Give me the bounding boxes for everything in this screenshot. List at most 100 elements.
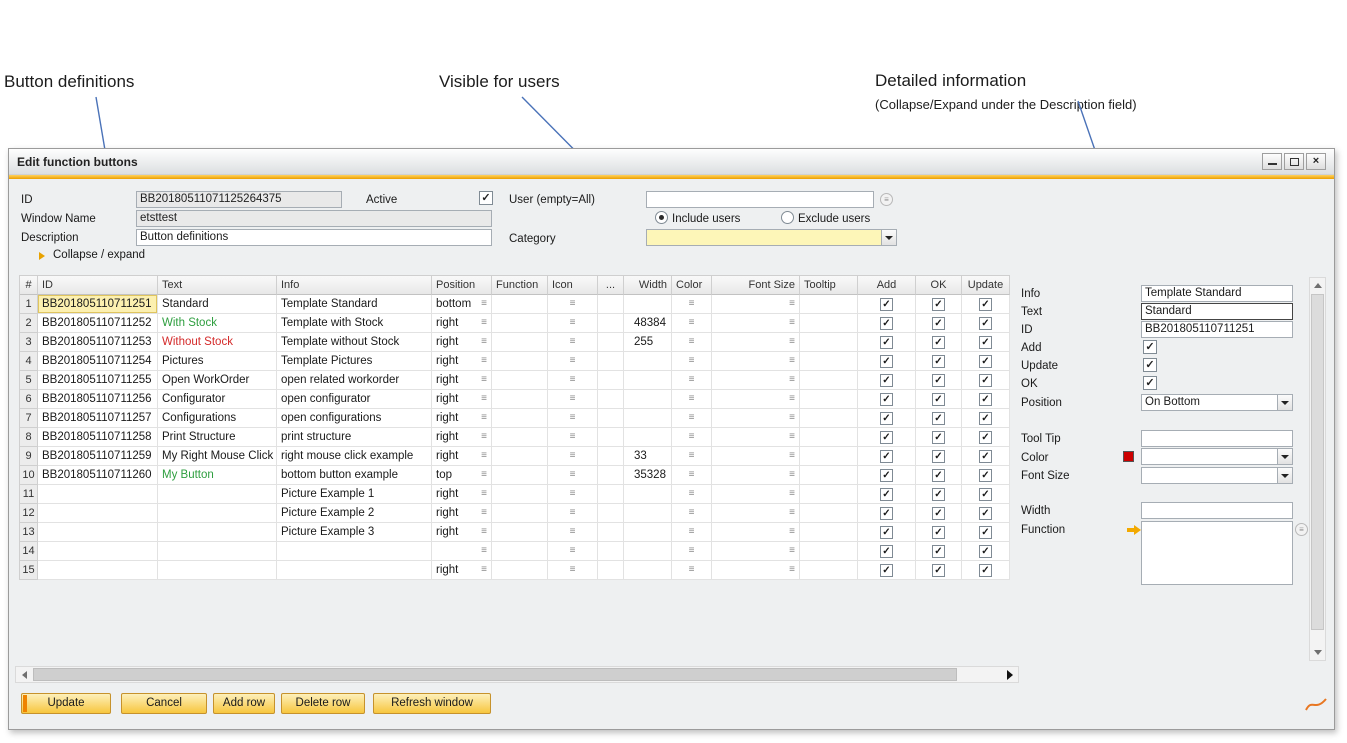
cell-menu-icon[interactable]: ≡ [789, 489, 795, 499]
cell-text[interactable]: Pictures [158, 352, 277, 371]
cell-text[interactable] [158, 523, 277, 542]
cell-info[interactable]: Template Pictures [277, 352, 432, 371]
ok-checkbox[interactable]: ✓ [932, 488, 945, 501]
active-checkbox[interactable]: ✓ [479, 191, 493, 205]
cell-menu-icon[interactable]: ≡ [689, 394, 695, 404]
cell-width[interactable]: 255 [624, 333, 672, 352]
column-header[interactable]: Icon [548, 275, 598, 295]
ok-checkbox[interactable]: ✓ [932, 412, 945, 425]
column-header[interactable]: ... [598, 275, 624, 295]
cell-menu-icon[interactable]: ≡ [789, 470, 795, 480]
cell-more[interactable] [598, 295, 624, 314]
cell-function[interactable] [492, 561, 548, 580]
update-checkbox[interactable]: ✓ [979, 450, 992, 463]
cell-width[interactable]: 35328 [624, 466, 672, 485]
cell-menu-icon[interactable]: ≡ [789, 413, 795, 423]
cell-function[interactable] [492, 485, 548, 504]
cell-text[interactable]: Print Structure [158, 428, 277, 447]
cell-tooltip[interactable] [800, 523, 858, 542]
cell-tooltip[interactable] [800, 485, 858, 504]
cell-icon[interactable]: ≡ [548, 295, 598, 314]
add-checkbox[interactable]: ✓ [880, 545, 893, 558]
update-checkbox[interactable]: ✓ [979, 526, 992, 539]
update-checkbox[interactable]: ✓ [979, 336, 992, 349]
cell-fontsize[interactable]: ≡ [712, 428, 800, 447]
detail-fontsize-select[interactable] [1141, 467, 1293, 484]
cell-menu-icon[interactable]: ≡ [789, 546, 795, 556]
cell-text[interactable] [158, 542, 277, 561]
cell-menu-icon[interactable]: ≡ [570, 546, 576, 556]
update-button[interactable]: Update [21, 693, 111, 714]
cell-function[interactable] [492, 466, 548, 485]
update-checkbox[interactable]: ✓ [979, 393, 992, 406]
ok-checkbox[interactable]: ✓ [932, 507, 945, 520]
row-number[interactable]: 5 [20, 371, 38, 390]
detail-function-field[interactable] [1141, 521, 1293, 585]
cell-menu-icon[interactable]: ≡ [570, 413, 576, 423]
cell-color[interactable]: ≡ [672, 390, 712, 409]
cell-menu-icon[interactable]: ≡ [570, 375, 576, 385]
cell-fontsize[interactable]: ≡ [712, 390, 800, 409]
cell-menu-icon[interactable]: ≡ [481, 508, 487, 518]
cell-more[interactable] [598, 466, 624, 485]
column-header[interactable]: OK [916, 275, 962, 295]
add-checkbox[interactable]: ✓ [880, 431, 893, 444]
cell-tooltip[interactable] [800, 371, 858, 390]
choose-from-list-icon[interactable]: ≡ [1295, 523, 1308, 536]
choose-from-list-icon[interactable]: ≡ [880, 193, 893, 206]
ok-checkbox[interactable]: ✓ [932, 374, 945, 387]
cell-color[interactable]: ≡ [672, 542, 712, 561]
chevron-down-icon[interactable] [1277, 394, 1293, 411]
cell-fontsize[interactable]: ≡ [712, 542, 800, 561]
cell-tooltip[interactable] [800, 314, 858, 333]
cell-icon[interactable]: ≡ [548, 428, 598, 447]
add-checkbox[interactable]: ✓ [880, 298, 893, 311]
cell-icon[interactable]: ≡ [548, 561, 598, 580]
cell-menu-icon[interactable]: ≡ [789, 299, 795, 309]
column-header[interactable]: Tooltip [800, 275, 858, 295]
column-header[interactable]: Position [432, 275, 492, 295]
cell-fontsize[interactable]: ≡ [712, 504, 800, 523]
cell-id[interactable]: BB201805110711259 [38, 447, 158, 466]
cell-id[interactable] [38, 504, 158, 523]
cell-more[interactable] [598, 485, 624, 504]
id-field[interactable]: BB20180511071125264375 [136, 191, 342, 208]
row-number[interactable]: 14 [20, 542, 38, 561]
update-checkbox[interactable]: ✓ [979, 564, 992, 577]
cell-more[interactable] [598, 371, 624, 390]
add-checkbox[interactable]: ✓ [880, 355, 893, 368]
cell-more[interactable] [598, 352, 624, 371]
detail-text-field[interactable]: Standard [1141, 303, 1293, 320]
cell-info[interactable]: print structure [277, 428, 432, 447]
collapse-expand-icon[interactable] [39, 252, 45, 260]
cell-id[interactable]: BB201805110711252 [38, 314, 158, 333]
cell-menu-icon[interactable]: ≡ [570, 470, 576, 480]
cell-id[interactable]: BB201805110711256 [38, 390, 158, 409]
cell-width[interactable]: 48384 [624, 314, 672, 333]
cell-width[interactable] [624, 561, 672, 580]
horizontal-scrollbar[interactable] [15, 666, 1019, 683]
cell-info[interactable]: open related workorder [277, 371, 432, 390]
cell-id[interactable] [38, 523, 158, 542]
update-checkbox[interactable]: ✓ [979, 374, 992, 387]
cell-position[interactable]: right≡ [432, 428, 492, 447]
cell-color[interactable]: ≡ [672, 314, 712, 333]
cell-menu-icon[interactable]: ≡ [689, 489, 695, 499]
cell-tooltip[interactable] [800, 447, 858, 466]
update-checkbox[interactable]: ✓ [979, 412, 992, 425]
cell-position[interactable]: bottom≡ [432, 295, 492, 314]
cell-id[interactable]: BB201805110711258 [38, 428, 158, 447]
update-checkbox[interactable]: ✓ [979, 469, 992, 482]
cell-color[interactable]: ≡ [672, 428, 712, 447]
cell-info[interactable]: bottom button example [277, 466, 432, 485]
column-header[interactable]: Color [672, 275, 712, 295]
ok-checkbox[interactable]: ✓ [932, 564, 945, 577]
cell-menu-icon[interactable]: ≡ [689, 527, 695, 537]
cell-position[interactable]: right≡ [432, 485, 492, 504]
ok-checkbox[interactable]: ✓ [932, 431, 945, 444]
cell-color[interactable]: ≡ [672, 561, 712, 580]
detail-update-checkbox[interactable]: ✓ [1143, 358, 1157, 372]
cell-color[interactable]: ≡ [672, 295, 712, 314]
cell-color[interactable]: ≡ [672, 485, 712, 504]
cell-menu-icon[interactable]: ≡ [481, 375, 487, 385]
